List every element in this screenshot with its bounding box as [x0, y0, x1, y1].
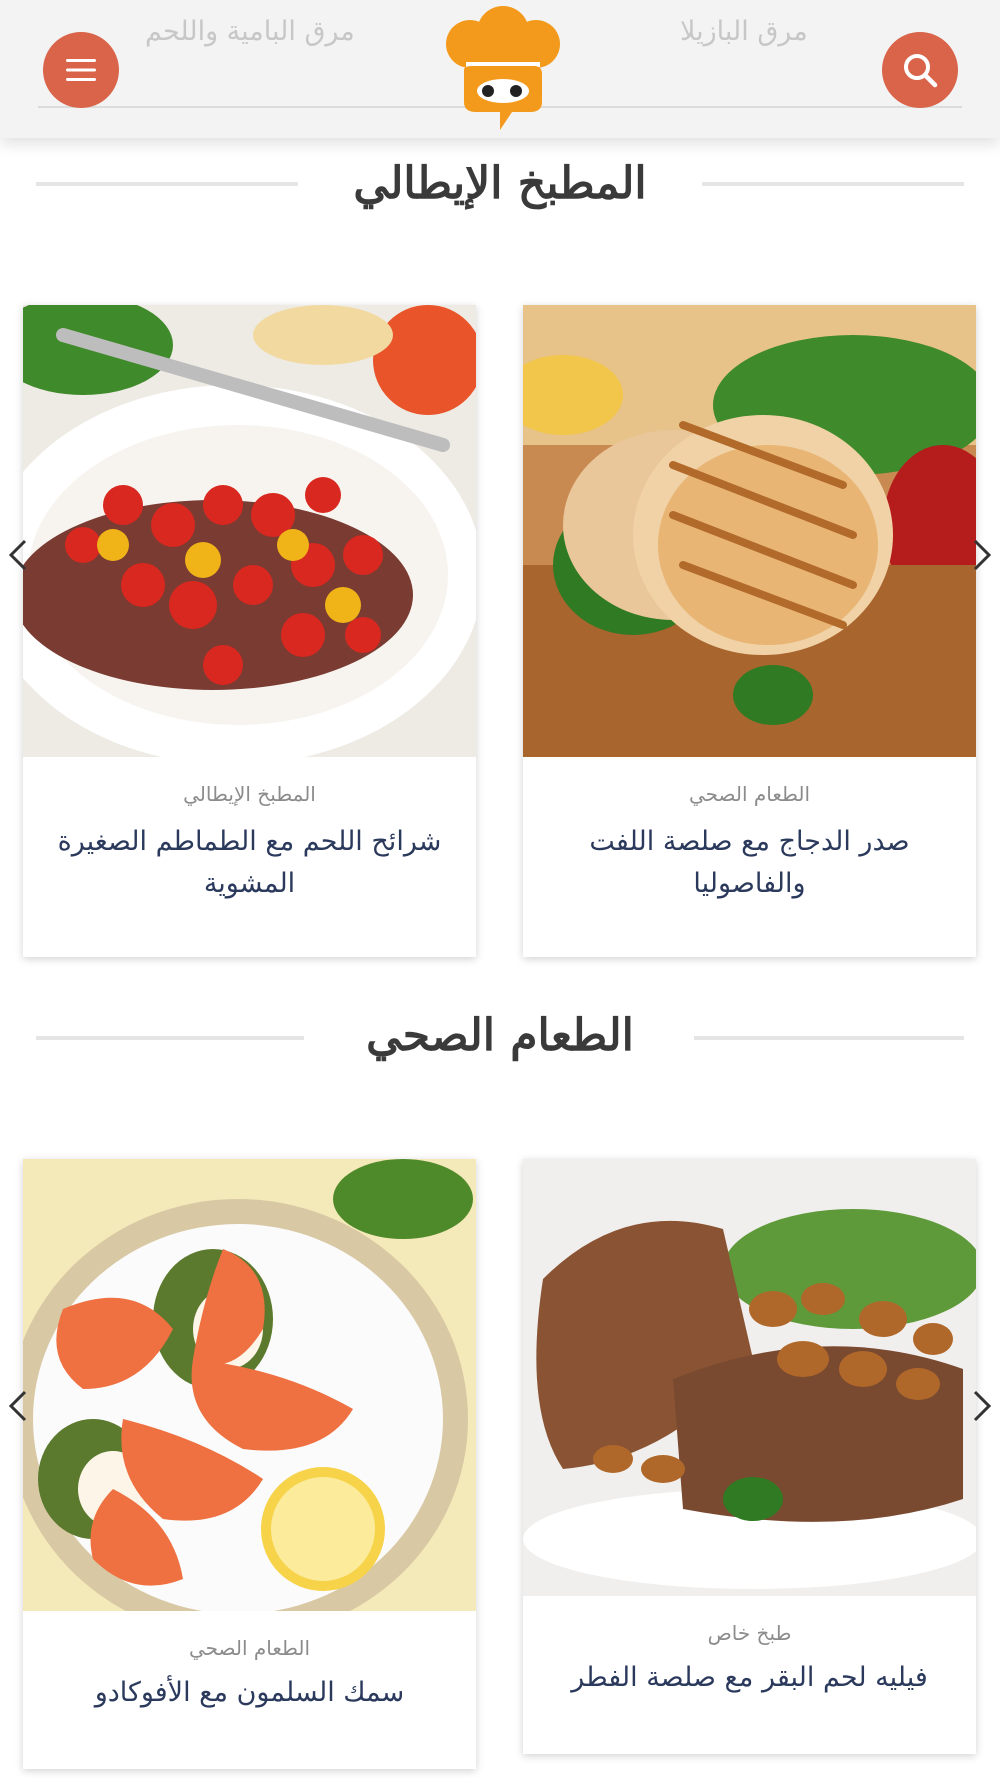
recipe-title[interactable]: شرائح اللحم مع الطماطم الصغيرة المشوية — [37, 821, 462, 905]
carousel-prev-arrow[interactable] — [4, 535, 32, 575]
carousel-next-arrow[interactable] — [968, 1386, 996, 1426]
recipe-image[interactable] — [523, 1159, 976, 1596]
recipe-card[interactable]: طبخ خاص فيليه لحم البقر مع صلصة الفطر — [523, 1159, 976, 1754]
site-header: مرق البازيلا مرق البامية واللحم — [0, 0, 1000, 138]
search-button[interactable] — [882, 32, 958, 108]
recipe-title[interactable]: صدر الدجاج مع صلصة اللفت والفاصوليا — [537, 821, 962, 905]
menu-button[interactable] — [43, 32, 119, 108]
search-icon — [904, 54, 938, 88]
carousel-next-arrow[interactable] — [968, 535, 996, 575]
recipe-title[interactable]: سمك السلمون مع الأفوكادو — [37, 1672, 462, 1714]
chevron-right-icon — [973, 1390, 992, 1422]
recipe-title[interactable]: فيليه لحم البقر مع صلصة الفطر — [537, 1657, 962, 1699]
ghost-menu-item[interactable]: مرق البامية واللحم — [145, 16, 355, 47]
recipe-title-line: والفاصوليا — [693, 868, 806, 899]
recipe-category[interactable]: الطعام الصحي — [23, 1636, 476, 1660]
recipe-title-line: صدر الدجاج مع صلصة اللفت — [589, 826, 910, 857]
ghost-menu-item[interactable]: مرق البازيلا — [680, 16, 808, 47]
section-title: المطبخ الإيطالي — [353, 158, 647, 209]
recipe-title-line: المشوية — [203, 868, 296, 899]
chevron-left-icon — [8, 1390, 27, 1422]
recipe-category[interactable]: الطعام الصحي — [523, 782, 976, 806]
recipe-title-line: شرائح اللحم مع الطماطم الصغيرة — [57, 826, 442, 857]
chef-hat-logo — [446, 6, 560, 130]
recipe-card[interactable]: الطعام الصحي سمك السلمون مع الأفوكادو — [23, 1159, 476, 1769]
recipe-card[interactable]: الطعام الصحي صدر الدجاج مع صلصة اللفت وا… — [523, 305, 976, 957]
recipe-image[interactable] — [23, 305, 476, 757]
section-title: الطعام الصحي — [366, 1010, 634, 1061]
recipe-category[interactable]: المطبخ الإيطالي — [23, 782, 476, 806]
recipe-card[interactable]: المطبخ الإيطالي شرائح اللحم مع الطماطم ا… — [23, 305, 476, 957]
chevron-left-icon — [8, 539, 27, 571]
recipe-category[interactable]: طبخ خاص — [523, 1621, 976, 1645]
recipe-image[interactable] — [523, 305, 976, 757]
carousel-prev-arrow[interactable] — [4, 1386, 32, 1426]
recipe-image[interactable] — [23, 1159, 476, 1611]
site-logo[interactable] — [442, 6, 564, 132]
hamburger-icon — [66, 59, 96, 81]
chevron-right-icon — [973, 539, 992, 571]
